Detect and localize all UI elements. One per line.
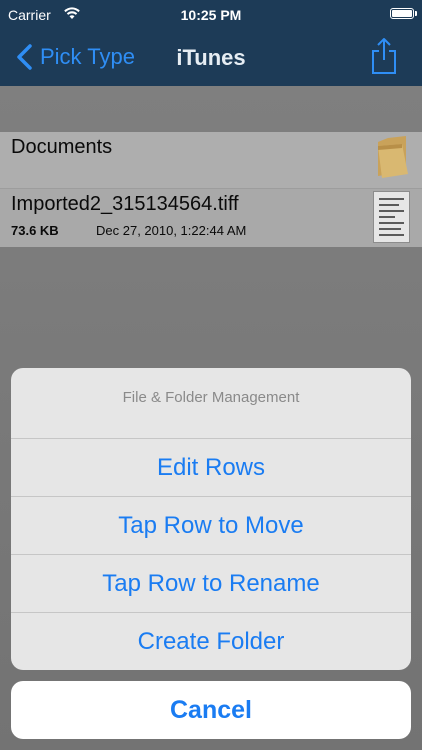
status-bar: Carrier 10:25 PM xyxy=(0,0,422,30)
chevron-left-icon xyxy=(17,44,32,70)
action-sheet: File & Folder Management Edit Rows Tap R… xyxy=(11,368,411,670)
folder-name: Documents xyxy=(11,136,113,158)
back-button-label: Pick Type xyxy=(40,44,135,69)
back-button[interactable]: Pick Type xyxy=(14,42,135,72)
navigation-bar: Pick Type iTunes xyxy=(0,30,422,86)
create-folder-button[interactable]: Create Folder xyxy=(11,613,411,670)
document-thumbnail-icon xyxy=(373,191,410,243)
tap-row-to-rename-button[interactable]: Tap Row to Rename xyxy=(11,555,411,612)
folder-icon xyxy=(378,136,408,178)
file-date: Dec 27, 2010, 1:22:44 AM xyxy=(96,223,247,238)
cancel-button[interactable]: Cancel xyxy=(11,681,411,739)
battery-icon xyxy=(390,8,417,19)
file-name: Imported2_315134564.tiff xyxy=(11,193,239,215)
tap-row-to-move-button[interactable]: Tap Row to Move xyxy=(11,497,411,554)
status-time: 10:25 PM xyxy=(180,7,242,23)
share-icon[interactable] xyxy=(370,36,398,76)
action-sheet-title: File & Folder Management xyxy=(122,388,300,406)
edit-rows-button[interactable]: Edit Rows xyxy=(11,439,411,496)
file-size: 73.6 KB xyxy=(11,223,59,238)
